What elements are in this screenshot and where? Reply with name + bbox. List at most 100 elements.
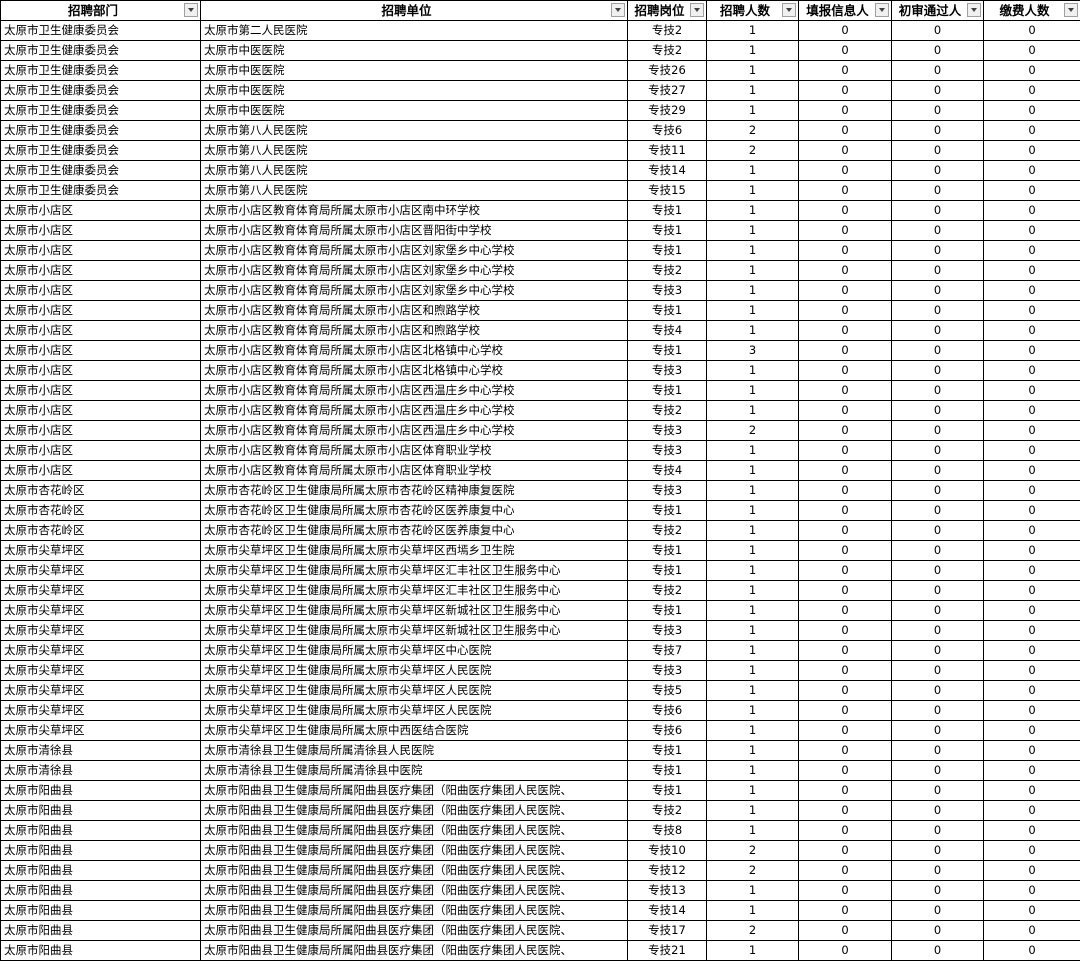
cell-approved-count[interactable]: 0 [891,340,984,361]
cell-approved-count[interactable]: 0 [891,660,984,681]
cell-filled-count[interactable]: 0 [798,700,892,721]
cell-position[interactable]: 专技21 [627,940,707,961]
cell-recruit-count[interactable]: 1 [706,520,799,541]
cell-filled-count[interactable]: 0 [798,500,892,521]
cell-paid-count[interactable]: 0 [983,640,1080,661]
cell-paid-count[interactable]: 0 [983,500,1080,521]
cell-paid-count[interactable]: 0 [983,480,1080,501]
cell-approved-count[interactable]: 0 [891,600,984,621]
cell-unit[interactable]: 太原市尖草坪区卫生健康局所属太原市尖草坪区中心医院 [200,640,628,661]
cell-filled-count[interactable]: 0 [798,920,892,941]
cell-filled-count[interactable]: 0 [798,680,892,701]
cell-department[interactable]: 太原市尖草坪区 [0,540,201,561]
cell-unit[interactable]: 太原市小店区教育体育局所属太原市小店区晋阳街中学校 [200,220,628,241]
header-position[interactable]: 招聘岗位 [627,0,707,21]
cell-paid-count[interactable]: 0 [983,140,1080,161]
cell-unit[interactable]: 太原市小店区教育体育局所属太原市小店区刘家堡乡中心学校 [200,240,628,261]
cell-approved-count[interactable]: 0 [891,940,984,961]
cell-position[interactable]: 专技2 [627,800,707,821]
cell-approved-count[interactable]: 0 [891,280,984,301]
cell-unit[interactable]: 太原市中医医院 [200,60,628,81]
cell-position[interactable]: 专技3 [627,660,707,681]
cell-paid-count[interactable]: 0 [983,180,1080,201]
cell-department[interactable]: 太原市卫生健康委员会 [0,140,201,161]
cell-paid-count[interactable]: 0 [983,360,1080,381]
filter-dropdown-icon[interactable] [967,3,981,17]
cell-paid-count[interactable]: 0 [983,400,1080,421]
cell-paid-count[interactable]: 0 [983,700,1080,721]
cell-filled-count[interactable]: 0 [798,160,892,181]
cell-approved-count[interactable]: 0 [891,580,984,601]
cell-department[interactable]: 太原市卫生健康委员会 [0,40,201,61]
cell-position[interactable]: 专技7 [627,640,707,661]
cell-filled-count[interactable]: 0 [798,400,892,421]
cell-unit[interactable]: 太原市小店区教育体育局所属太原市小店区体育职业学校 [200,460,628,481]
cell-paid-count[interactable]: 0 [983,320,1080,341]
cell-unit[interactable]: 太原市尖草坪区卫生健康局所属太原市尖草坪区人民医院 [200,680,628,701]
cell-unit[interactable]: 太原市尖草坪区卫生健康局所属太原市尖草坪区人民医院 [200,660,628,681]
cell-approved-count[interactable]: 0 [891,300,984,321]
cell-position[interactable]: 专技6 [627,720,707,741]
cell-unit[interactable]: 太原市小店区教育体育局所属太原市小店区刘家堡乡中心学校 [200,280,628,301]
cell-approved-count[interactable]: 0 [891,200,984,221]
cell-approved-count[interactable]: 0 [891,800,984,821]
cell-department[interactable]: 太原市小店区 [0,440,201,461]
cell-filled-count[interactable]: 0 [798,900,892,921]
cell-recruit-count[interactable]: 2 [706,140,799,161]
cell-position[interactable]: 专技1 [627,740,707,761]
cell-recruit-count[interactable]: 1 [706,380,799,401]
cell-unit[interactable]: 太原市清徐县卫生健康局所属清徐县中医院 [200,760,628,781]
cell-unit[interactable]: 太原市第八人民医院 [200,140,628,161]
cell-approved-count[interactable]: 0 [891,120,984,141]
cell-filled-count[interactable]: 0 [798,780,892,801]
cell-approved-count[interactable]: 0 [891,500,984,521]
cell-position[interactable]: 专技2 [627,260,707,281]
cell-paid-count[interactable]: 0 [983,900,1080,921]
cell-unit[interactable]: 太原市尖草坪区卫生健康局所属太原市尖草坪区新城社区卫生服务中心 [200,600,628,621]
cell-approved-count[interactable]: 0 [891,620,984,641]
cell-paid-count[interactable]: 0 [983,800,1080,821]
cell-position[interactable]: 专技1 [627,560,707,581]
cell-filled-count[interactable]: 0 [798,640,892,661]
cell-position[interactable]: 专技2 [627,520,707,541]
cell-unit[interactable]: 太原市阳曲县卫生健康局所属阳曲县医疗集团（阳曲医疗集团人民医院、 [200,820,628,841]
cell-paid-count[interactable]: 0 [983,420,1080,441]
cell-recruit-count[interactable]: 1 [706,220,799,241]
filter-dropdown-icon[interactable] [184,3,198,17]
cell-approved-count[interactable]: 0 [891,100,984,121]
cell-position[interactable]: 专技1 [627,200,707,221]
cell-approved-count[interactable]: 0 [891,140,984,161]
cell-filled-count[interactable]: 0 [798,800,892,821]
cell-approved-count[interactable]: 0 [891,700,984,721]
cell-unit[interactable]: 太原市阳曲县卫生健康局所属阳曲县医疗集团（阳曲医疗集团人民医院、 [200,780,628,801]
cell-department[interactable]: 太原市尖草坪区 [0,580,201,601]
cell-paid-count[interactable]: 0 [983,880,1080,901]
cell-recruit-count[interactable]: 1 [706,400,799,421]
cell-department[interactable]: 太原市阳曲县 [0,800,201,821]
cell-paid-count[interactable]: 0 [983,100,1080,121]
cell-approved-count[interactable]: 0 [891,680,984,701]
cell-recruit-count[interactable]: 1 [706,40,799,61]
cell-position[interactable]: 专技1 [627,540,707,561]
cell-department[interactable]: 太原市杏花岭区 [0,500,201,521]
cell-department[interactable]: 太原市尖草坪区 [0,620,201,641]
cell-paid-count[interactable]: 0 [983,660,1080,681]
cell-position[interactable]: 专技2 [627,40,707,61]
cell-unit[interactable]: 太原市尖草坪区卫生健康局所属太原市尖草坪区汇丰社区卫生服务中心 [200,560,628,581]
cell-filled-count[interactable]: 0 [798,540,892,561]
cell-paid-count[interactable]: 0 [983,460,1080,481]
cell-position[interactable]: 专技14 [627,900,707,921]
cell-department[interactable]: 太原市小店区 [0,200,201,221]
cell-department[interactable]: 太原市小店区 [0,260,201,281]
cell-recruit-count[interactable]: 1 [706,940,799,961]
cell-unit[interactable]: 太原市小店区教育体育局所属太原市小店区西温庄乡中心学校 [200,400,628,421]
cell-filled-count[interactable]: 0 [798,200,892,221]
cell-paid-count[interactable]: 0 [983,380,1080,401]
cell-approved-count[interactable]: 0 [891,540,984,561]
cell-position[interactable]: 专技3 [627,420,707,441]
cell-unit[interactable]: 太原市尖草坪区卫生健康局所属太原市尖草坪区汇丰社区卫生服务中心 [200,580,628,601]
cell-department[interactable]: 太原市阳曲县 [0,780,201,801]
cell-approved-count[interactable]: 0 [891,920,984,941]
cell-paid-count[interactable]: 0 [983,940,1080,961]
cell-filled-count[interactable]: 0 [798,740,892,761]
